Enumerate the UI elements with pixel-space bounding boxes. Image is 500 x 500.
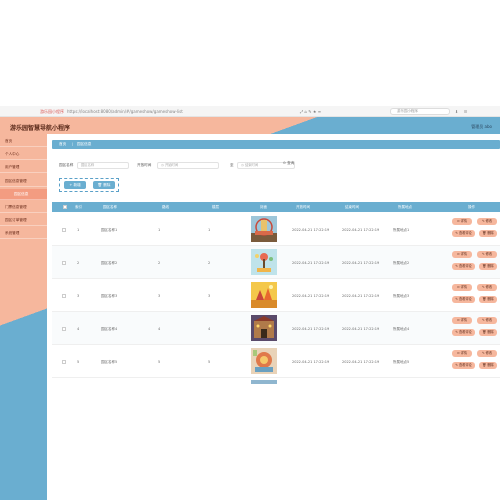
detail-button[interactable]: ⊙ 详情 bbox=[452, 350, 472, 357]
start-date-input[interactable]: ◷ 开始时间 bbox=[157, 162, 219, 169]
next-row-thumb-edge bbox=[251, 380, 277, 384]
browser-tab-title[interactable]: 游乐园小程序 bbox=[40, 109, 64, 115]
col-open: 开放时间 bbox=[296, 205, 310, 209]
row-delete-button[interactable]: 🗑 删除 bbox=[479, 362, 497, 369]
sidebar-item-system[interactable]: 系统管理 bbox=[0, 228, 47, 239]
sidebar-item-home[interactable]: 首页 bbox=[0, 136, 47, 147]
main-content: 首页 | 园区信息 园区名称 园区名称 开放时间 ◷ 开始时间 至 ◷ 结束时间… bbox=[47, 134, 500, 500]
sidebar-item-users[interactable]: 用户管理 bbox=[0, 162, 47, 173]
sidebar-item-orders[interactable]: 园区订单管理 bbox=[0, 215, 47, 226]
address-bar[interactable]: https://localhost:8080/admin/#/gameshow/… bbox=[67, 109, 297, 114]
table-row[interactable]: 3 园区名称3 3 3 2022-04-21 17:22:19 2022-04-… bbox=[52, 279, 500, 312]
row-delete-button[interactable]: 🗑 删除 bbox=[479, 329, 497, 336]
table-row[interactable]: 2 园区名称2 2 2 2022-04-21 17:22:19 2022-04-… bbox=[52, 246, 500, 279]
row-delete-button[interactable]: 🗑 删除 bbox=[479, 230, 497, 237]
detail-button[interactable]: ⊙ 详情 bbox=[452, 251, 472, 258]
detail-button[interactable]: ⊙ 详情 bbox=[452, 317, 472, 324]
sidebar-item-park-info[interactable]: 园区信息 bbox=[0, 189, 47, 200]
add-button[interactable]: + 新增 bbox=[64, 181, 86, 189]
app-title: 游乐园智慧导航小程序 bbox=[10, 125, 71, 132]
browser-tools-icons[interactable]: ⤢ ⌂ ✎ ★ ≡ bbox=[300, 109, 321, 114]
browser-search-input[interactable]: 游乐园小程序 bbox=[390, 108, 450, 115]
edit-button[interactable]: ✎ 修改 bbox=[477, 251, 497, 258]
cover-image[interactable] bbox=[251, 282, 277, 308]
row-checkbox[interactable] bbox=[62, 261, 66, 265]
row-delete-button[interactable]: 🗑 删除 bbox=[479, 296, 497, 303]
row-delete-button[interactable]: 🗑 删除 bbox=[479, 263, 497, 270]
col-route: 路线 bbox=[162, 205, 169, 209]
comment-button[interactable]: ✎ 查看评论 bbox=[452, 296, 475, 303]
row-checkbox[interactable] bbox=[62, 294, 66, 298]
app-header: 游乐园智慧导航小程序 管理员 abo bbox=[0, 117, 500, 134]
col-floor: 楼层 bbox=[212, 205, 219, 209]
select-all-checkbox[interactable] bbox=[63, 205, 67, 209]
comment-button[interactable]: ✎ 查看评论 bbox=[452, 362, 475, 369]
cover-image[interactable] bbox=[251, 315, 277, 341]
detail-button[interactable]: ⊙ 详情 bbox=[452, 218, 472, 225]
edit-button[interactable]: ✎ 修改 bbox=[477, 218, 497, 225]
col-location: 所属地点 bbox=[398, 205, 412, 209]
row-checkbox[interactable] bbox=[62, 228, 66, 232]
sidebar: 首页 个人中心 用户管理 园区信息管理 园区信息 门票信息管理 园区订单管理 系… bbox=[0, 134, 47, 500]
detail-button[interactable]: ⊙ 详情 bbox=[452, 284, 472, 291]
col-name: 园区名称 bbox=[103, 205, 117, 209]
admin-menu[interactable]: 管理员 abo bbox=[471, 124, 492, 130]
cover-image[interactable] bbox=[251, 216, 277, 242]
cover-image[interactable] bbox=[251, 348, 277, 374]
col-actions: 操作 bbox=[468, 205, 475, 209]
edit-button[interactable]: ✎ 修改 bbox=[477, 350, 497, 357]
table-header: 索引 园区名称 路线 楼层 封面 开放时间 结束时间 所属地点 操作 bbox=[52, 202, 500, 212]
delete-button[interactable]: 🗑 删除 bbox=[93, 181, 115, 189]
col-index: 索引 bbox=[75, 205, 82, 209]
start-filter-label: 开放时间 bbox=[137, 163, 152, 167]
browser-menu-icon[interactable]: ⬇ ☰ bbox=[455, 109, 469, 114]
search-button[interactable]: ⊙ 查询 bbox=[283, 161, 294, 166]
col-close: 结束时间 bbox=[345, 205, 359, 209]
sidebar-item-tickets[interactable]: 门票信息管理 bbox=[0, 202, 47, 213]
table-row[interactable]: 4 园区名称4 4 4 2022-04-21 17:22:19 2022-04-… bbox=[52, 312, 500, 345]
sidebar-item-park-manage[interactable]: 园区信息管理 bbox=[0, 176, 47, 187]
breadcrumb: 首页 | 园区信息 bbox=[52, 140, 500, 149]
sidebar-item-profile[interactable]: 个人中心 bbox=[0, 149, 47, 160]
row-checkbox[interactable] bbox=[62, 327, 66, 331]
name-filter-label: 园区名称 bbox=[59, 163, 74, 167]
row-checkbox[interactable] bbox=[62, 360, 66, 364]
breadcrumb-current: 园区信息 bbox=[77, 142, 92, 146]
breadcrumb-home[interactable]: 首页 bbox=[59, 142, 66, 147]
to-label: 至 bbox=[230, 163, 234, 167]
comment-button[interactable]: ✎ 查看评论 bbox=[452, 230, 475, 237]
cover-image[interactable] bbox=[251, 249, 277, 275]
table-row[interactable]: 1 园区名称1 1 1 2022-04-21 17:22:19 2022-04-… bbox=[52, 213, 500, 246]
name-filter-input[interactable]: 园区名称 bbox=[77, 162, 129, 169]
edit-button[interactable]: ✎ 修改 bbox=[477, 284, 497, 291]
edit-button[interactable]: ✎ 修改 bbox=[477, 317, 497, 324]
comment-button[interactable]: ✎ 查看评论 bbox=[452, 263, 475, 270]
comment-button[interactable]: ✎ 查看评论 bbox=[452, 329, 475, 336]
browser-toolbar: 游乐园小程序 https://localhost:8080/admin/#/ga… bbox=[0, 106, 500, 117]
table-row[interactable]: 5 园区名称5 5 5 2022-04-21 17:22:19 2022-04-… bbox=[52, 345, 500, 378]
col-cover: 封面 bbox=[260, 205, 267, 209]
